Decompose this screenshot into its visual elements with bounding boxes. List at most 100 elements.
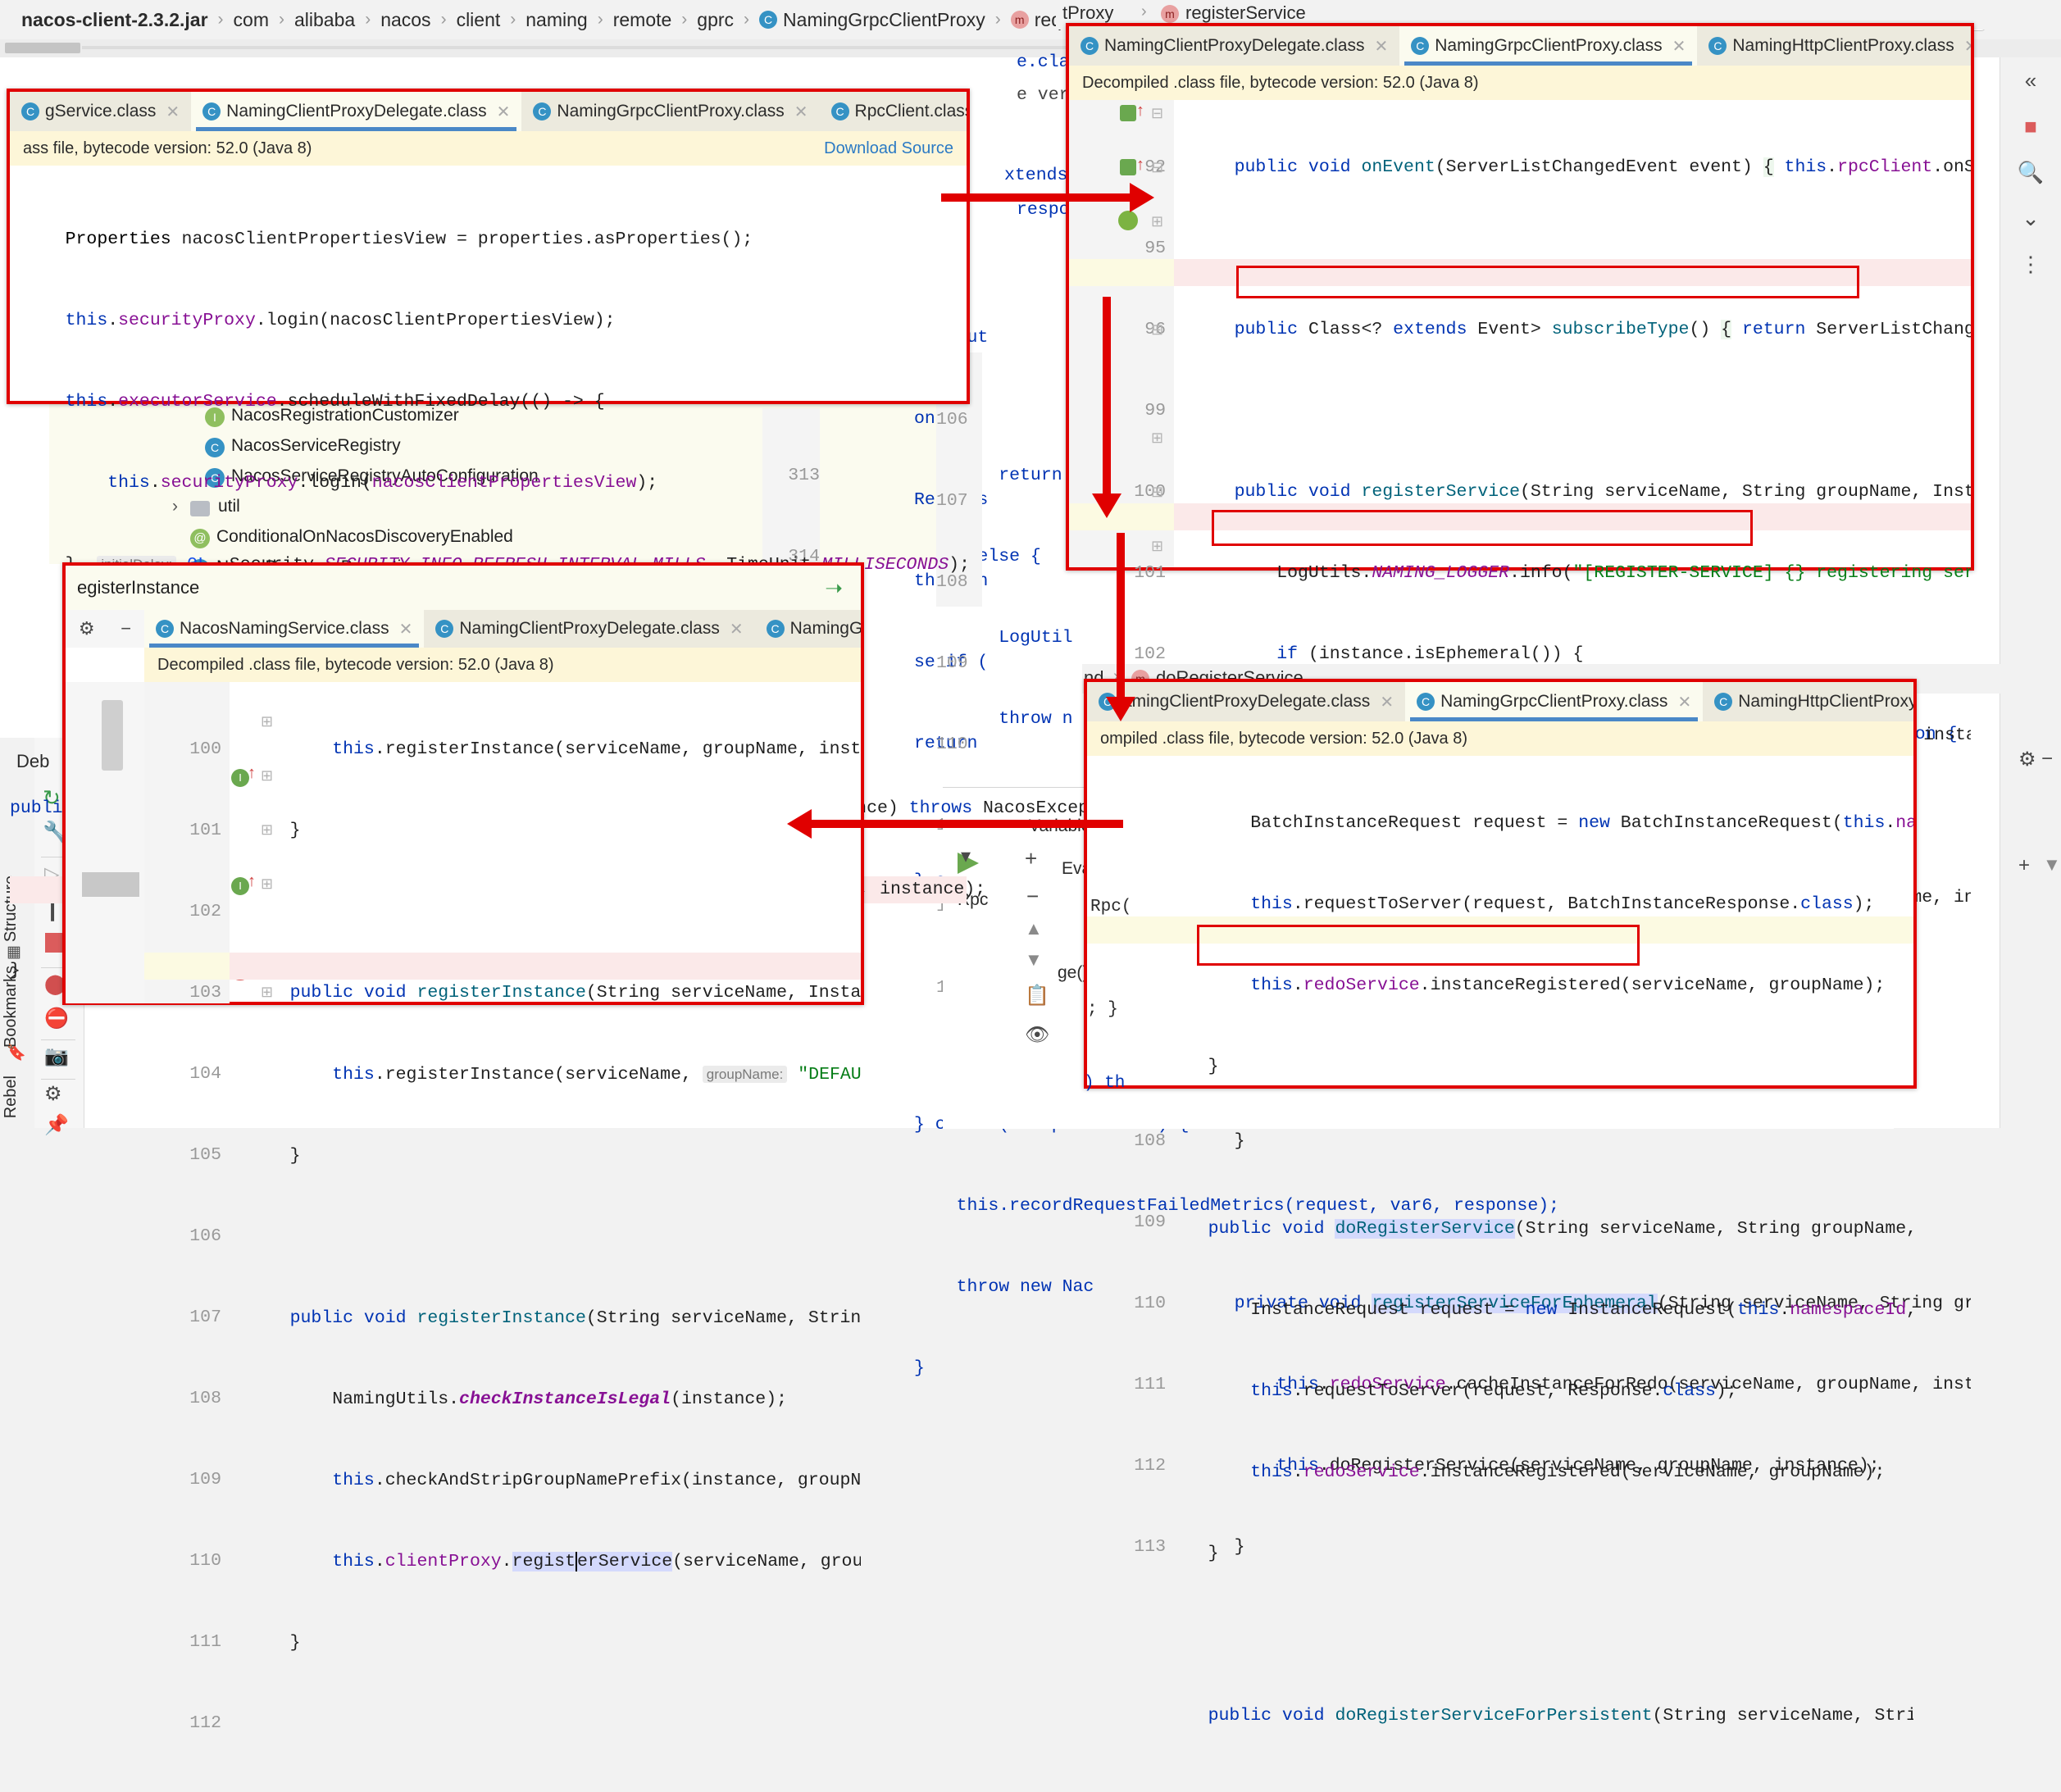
- close-icon[interactable]: ✕: [1677, 692, 1691, 712]
- code-line: this.clientProxy.registerService(service…: [332, 1552, 861, 1571]
- tab-naming-client-proxy-delegate[interactable]: C NamingClientProxyDelegate.class ✕: [191, 92, 522, 131]
- tab-label: NacosNamingService.class: [180, 619, 389, 638]
- tab-naming-grpc-client-proxy[interactable]: C NamingGrpcClientProxy.class ✕: [1405, 682, 1704, 721]
- tab-naming-http-client-proxy[interactable]: C NamingHttpClientProxy.class ✕: [1697, 26, 1971, 66]
- breadcrumb-item-alibaba[interactable]: alibaba: [294, 9, 355, 31]
- bookmark-icon: 🔖: [7, 1044, 26, 1062]
- breadcrumb-right-method[interactable]: registerService: [1185, 2, 1306, 24]
- fold-collapse-icon[interactable]: ⊞: [1151, 484, 1163, 501]
- code-token-security-proxy: securityProxy: [160, 473, 298, 493]
- settings-icon[interactable]: ⚙: [44, 1082, 62, 1106]
- tab-naming-grpc-client-proxy[interactable]: C NamingGrpcClientProx: [754, 610, 861, 648]
- pin-icon[interactable]: 📌: [44, 1113, 69, 1137]
- fold-expand-icon[interactable]: ⊟: [1151, 105, 1163, 122]
- close-icon[interactable]: ✕: [1964, 36, 1971, 57]
- code-line: public Class<? extends Event> subscribeT…: [1192, 320, 1971, 339]
- tab-naming-http-client-proxy[interactable]: C NamingHttpClientProxy.class ✕: [1703, 682, 1913, 721]
- tab-naming-grpc-client-proxy[interactable]: C NamingGrpcClientProxy.class ✕: [521, 92, 820, 131]
- tab-label: NamingGrpcClientProxy.class: [1435, 36, 1663, 55]
- up-icon[interactable]: ▲: [1025, 918, 1043, 939]
- close-icon[interactable]: ✕: [166, 102, 180, 122]
- breadcrumb-item-client[interactable]: client: [457, 9, 501, 31]
- close-icon[interactable]: ✕: [1380, 692, 1394, 712]
- chevron-down-icon[interactable]: ⌄: [2000, 195, 2061, 241]
- tab-label: NamingClientProxyDelegate.class: [226, 102, 487, 121]
- code-line: this.checkAndStripGroupNamePrefix(instan…: [332, 1471, 861, 1490]
- copy-icon[interactable]: 📋: [1025, 984, 1049, 1007]
- tool-window-rebel[interactable]: Rebel: [2, 1076, 20, 1118]
- close-icon[interactable]: ✕: [1672, 36, 1686, 57]
- tab-naming-client-proxy-delegate[interactable]: C NamingClientProxyDelegate.class ✕: [424, 610, 755, 648]
- decompiled-notice-text: ass file, bytecode version: 52.0 (Java 8…: [23, 139, 312, 157]
- settings-icon[interactable]: ⚙: [2018, 748, 2036, 771]
- eye-icon[interactable]: 👁: [1025, 1023, 1049, 1047]
- tab-naming-client-proxy-delegate[interactable]: C NamingClientProxyDelegate.class ✕: [1069, 26, 1400, 66]
- breadcrumb-right-class[interactable]: tProxy: [1062, 2, 1113, 24]
- fold-collapse-icon[interactable]: ⊞: [1151, 321, 1163, 339]
- breadcrumb-item-remote[interactable]: remote: [613, 9, 672, 31]
- panel-actions: ⚙ −: [66, 610, 144, 648]
- class-icon: C: [759, 11, 778, 29]
- breadcrumb-item-naming[interactable]: naming: [525, 9, 587, 31]
- class-file-icon: C: [1081, 37, 1099, 55]
- settings-icon[interactable]: ⚙: [79, 618, 95, 639]
- minimize-icon[interactable]: −: [2041, 748, 2053, 771]
- breadcrumb-item-gprc[interactable]: gprc: [697, 9, 734, 31]
- more-options-icon[interactable]: ⋮: [2000, 241, 2061, 287]
- search-icon[interactable]: 🔍: [2000, 149, 2061, 195]
- fold-expand-icon[interactable]: ⊟: [1151, 159, 1163, 176]
- scrollbar-thumb[interactable]: [102, 700, 123, 771]
- download-source-link[interactable]: Download Source: [824, 139, 953, 158]
- add-icon[interactable]: +: [1025, 846, 1037, 871]
- breadcrumb-item-class[interactable]: NamingGrpcClientProxy: [783, 9, 985, 31]
- down-icon[interactable]: ▼: [1025, 949, 1043, 971]
- implements-marker-icon[interactable]: I: [231, 877, 249, 895]
- line-number: 107: [189, 1308, 221, 1327]
- tab-rpc-client[interactable]: C RpcClient.class ✕: [819, 92, 967, 131]
- breadcrumb-item-jar[interactable]: nacos-client-2.3.2.jar: [21, 9, 208, 31]
- fold-collapse-icon[interactable]: ⊞: [1151, 213, 1163, 230]
- up-arrow-icon: ↑: [1136, 102, 1144, 120]
- code-line: public void doRegisterService(String ser…: [1166, 1219, 1913, 1239]
- fold-collapse-icon[interactable]: ⊞: [1151, 538, 1163, 555]
- code-token-security-proxy: securityProxy: [118, 311, 256, 330]
- minimize-icon[interactable]: −: [121, 618, 131, 639]
- fold-collapse-icon[interactable]: ⊞: [1151, 430, 1163, 447]
- chevron-down-icon[interactable]: ▼: [2043, 854, 2061, 876]
- camera-icon[interactable]: 📷: [44, 1044, 69, 1068]
- breadcrumb-item-com[interactable]: com: [234, 9, 269, 31]
- background-fragment-extends: xtends: [1004, 166, 1068, 185]
- close-icon[interactable]: ✕: [1374, 36, 1388, 57]
- collapse-all-icon[interactable]: «: [2000, 57, 2061, 103]
- override-marker-icon[interactable]: [1120, 105, 1136, 121]
- code-line: Properties nacosClientPropertiesView = p…: [65, 230, 753, 249]
- tab-label: gService.class: [45, 102, 157, 121]
- tab-nacos-naming-service[interactable]: C NacosNamingService.class ✕: [144, 610, 425, 648]
- line-number: 108: [1134, 1131, 1166, 1151]
- tab-naming-grpc-client-proxy[interactable]: C NamingGrpcClientProxy.class ✕: [1399, 26, 1698, 66]
- stop-icon[interactable]: ■: [2000, 103, 2061, 149]
- implements-marker-icon[interactable]: I: [231, 769, 249, 787]
- close-icon[interactable]: ✕: [399, 619, 413, 639]
- remove-icon[interactable]: −: [1026, 884, 1039, 909]
- close-icon[interactable]: ✕: [794, 102, 808, 122]
- jump-to-source-icon[interactable]: ➝: [825, 575, 843, 601]
- tab-naming-service[interactable]: C gService.class ✕: [10, 92, 192, 131]
- override-marker-icon[interactable]: [1118, 211, 1138, 230]
- breadcrumb-item-nacos[interactable]: nacos: [380, 9, 430, 31]
- annotation-arrow-ephemeral: [1092, 297, 1121, 518]
- code-line: }: [1166, 1544, 1219, 1563]
- override-marker-icon[interactable]: [1120, 159, 1136, 175]
- close-icon[interactable]: ✕: [730, 619, 744, 639]
- panel-naming-grpc-client-proxy-bottom: C amingClientProxyDelegate.class ✕ C Nam…: [1084, 679, 1917, 1726]
- close-icon[interactable]: ✕: [497, 102, 511, 122]
- add-watch-icon[interactable]: +: [2018, 854, 2030, 877]
- editor-tabs: C NamingClientProxyDelegate.class ✕ C Na…: [1069, 26, 1971, 66]
- line-number: 106: [189, 1226, 221, 1246]
- decompiled-notice-text: Decompiled .class file, bytecode version…: [157, 655, 554, 674]
- scrollbar-thumb[interactable]: [5, 43, 80, 53]
- code-line: this.registerInstance(serviceName, group…: [332, 739, 861, 759]
